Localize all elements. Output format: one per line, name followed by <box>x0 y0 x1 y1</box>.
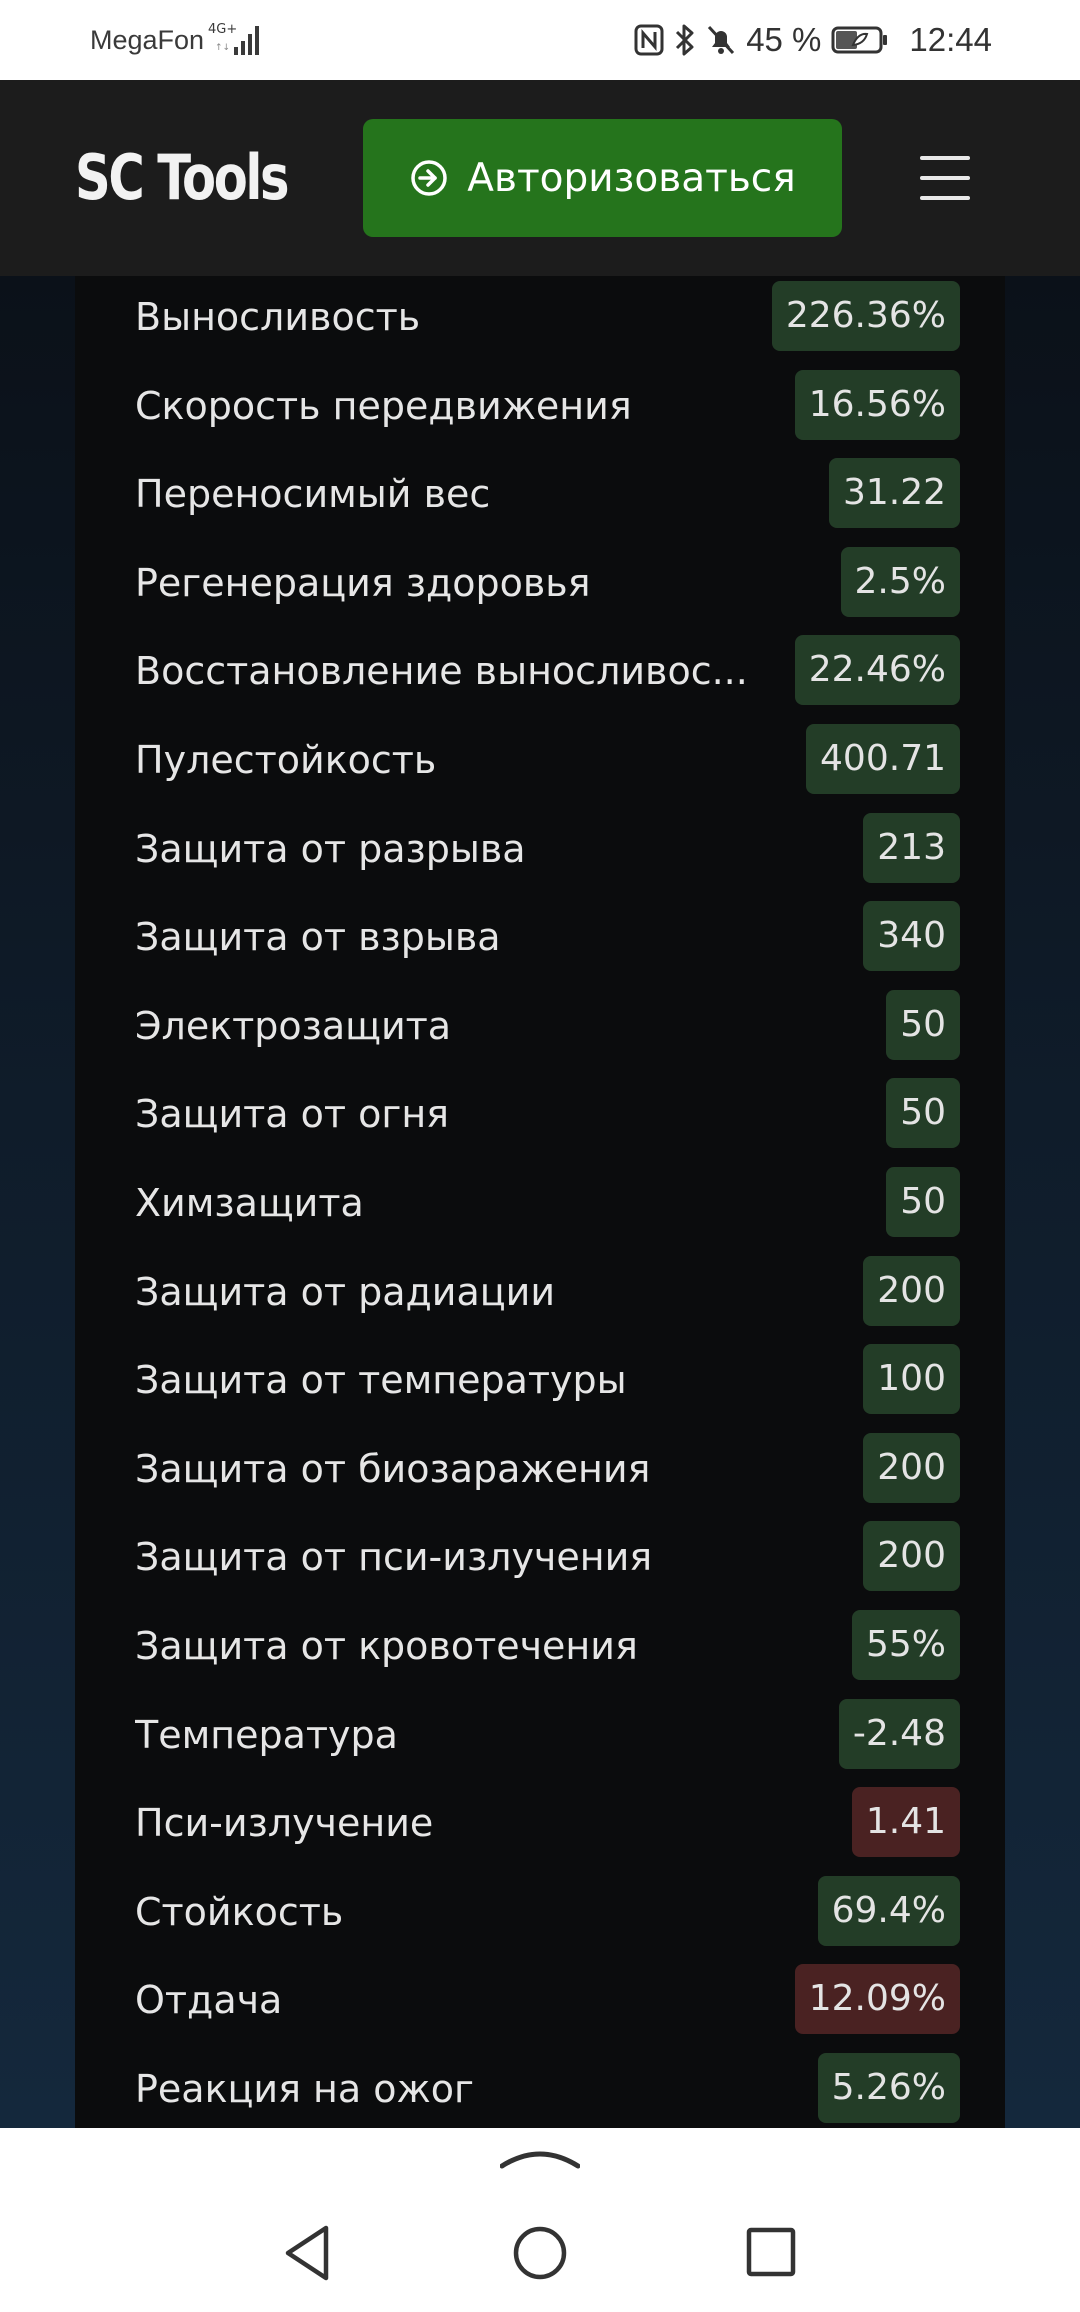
stat-value-badge: 2.5% <box>840 547 960 617</box>
stat-row: Регенерация здоровья 2.5% <box>135 547 960 619</box>
stat-value-badge: 16.56% <box>794 370 960 440</box>
stat-value-badge: 200 <box>863 1256 960 1326</box>
stat-label: Регенерация здоровья <box>135 561 591 605</box>
stat-label: Пулестойкость <box>135 738 437 782</box>
stat-value-badge: 5.26% <box>817 2053 960 2123</box>
stat-value-badge: -2.48 <box>838 1699 960 1769</box>
chevron-up-icon[interactable] <box>500 2146 580 2170</box>
stat-value-badge: 50 <box>886 1167 960 1237</box>
stat-row: Химзащита 50 <box>135 1167 960 1239</box>
stat-label: Защита от температуры <box>135 1358 627 1402</box>
stat-row: Электрозащита 50 <box>135 990 960 1062</box>
clock: 12:44 <box>909 21 992 58</box>
battery-percent: 45 % <box>746 21 822 58</box>
page-background: Выносливость 226.36% Скорость передвижения… <box>0 276 1080 2128</box>
stat-row: Защита от биозаражения 200 <box>135 1433 960 1505</box>
stat-value-badge: 200 <box>863 1433 960 1503</box>
stat-label: Переносимый вес <box>135 472 491 516</box>
stat-row: Пулестойкость 400.71 <box>135 724 960 796</box>
stat-row: Защита от огня 50 <box>135 1078 960 1150</box>
stat-label: Выносливость <box>135 295 421 339</box>
stat-value-badge: 50 <box>886 1078 960 1148</box>
app-header: SC Tools Авторизоваться <box>0 80 1080 276</box>
stat-label: Защита от радиации <box>135 1270 556 1314</box>
stat-row: Восстановление выносливос... 22.46% <box>135 635 960 707</box>
status-bar: MegaFon 4G+ ↑↓ 45 % 12:44 <box>0 0 1080 80</box>
stat-label: Защита от кровотечения <box>135 1624 638 1668</box>
stat-value-badge: 100 <box>863 1344 960 1414</box>
system-navigation-bar <box>0 2128 1080 2312</box>
stat-value-badge: 200 <box>863 1521 960 1591</box>
stat-label: Защита от огня <box>135 1092 450 1136</box>
stat-value-badge: 213 <box>863 813 960 883</box>
stat-value-badge: 226.36% <box>771 281 960 351</box>
stat-value-badge: 340 <box>863 901 960 971</box>
stat-row: Переносимый вес 31.22 <box>135 458 960 530</box>
stat-row: Стойкость 69.4% <box>135 1876 960 1948</box>
stat-label: Электрозащита <box>135 1004 452 1048</box>
login-icon <box>411 160 448 196</box>
stat-value-badge: 1.41 <box>851 1787 960 1857</box>
stat-label: Химзащита <box>135 1181 364 1225</box>
stat-row: Реакция на ожог 5.26% <box>135 2053 960 2125</box>
stat-row: Выносливость 226.36% <box>135 281 960 353</box>
stat-label: Защита от взрыва <box>135 915 501 959</box>
stat-value-badge: 55% <box>851 1610 960 1680</box>
stat-row: Защита от разрыва 213 <box>135 813 960 885</box>
stat-row: Температура -2.48 <box>135 1699 960 1771</box>
stat-row: Скорость передвижения 16.56% <box>135 370 960 442</box>
home-circle-icon[interactable] <box>512 2224 568 2282</box>
stat-label: Защита от разрыва <box>135 827 526 871</box>
stat-row: Пси-излучение 1.41 <box>135 1787 960 1859</box>
brand-logo[interactable]: SC Tools <box>75 136 290 220</box>
stat-value-badge: 50 <box>886 990 960 1060</box>
stat-label: Защита от биозаражения <box>135 1447 651 1491</box>
stat-row: Защита от температуры 100 <box>135 1344 960 1416</box>
stat-label: Температура <box>135 1713 398 1757</box>
stat-label: Отдача <box>135 1978 283 2022</box>
stat-value-badge: 69.4% <box>817 1876 960 1946</box>
stat-row: Отдача 12.09% <box>135 1964 960 2036</box>
stat-label: Восстановление выносливос... <box>135 649 748 693</box>
battery-icon <box>831 26 888 54</box>
recents-square-icon[interactable] <box>745 2226 797 2280</box>
stat-value-badge: 12.09% <box>794 1964 960 2034</box>
stat-label: Стойкость <box>135 1890 344 1934</box>
login-button-label: Авторизоваться <box>467 155 796 201</box>
carrier-name: MegaFon <box>90 25 205 55</box>
stat-value-badge: 22.46% <box>794 635 960 705</box>
back-triangle-icon[interactable] <box>282 2224 334 2282</box>
stat-label: Пси-излучение <box>135 1801 434 1845</box>
stat-label: Защита от пси-излучения <box>135 1535 653 1579</box>
svg-text:↑↓: ↑↓ <box>215 43 230 53</box>
stat-value-badge: 31.22 <box>828 458 960 528</box>
stat-row: Защита от радиации 200 <box>135 1256 960 1328</box>
network-type: 4G+ <box>208 22 237 37</box>
hamburger-menu-icon[interactable] <box>900 148 990 208</box>
stat-row: Защита от взрыва 340 <box>135 901 960 973</box>
nfc-icon <box>634 24 664 56</box>
login-button[interactable]: Авторизоваться <box>363 119 842 237</box>
stat-row: Защита от кровотечения 55% <box>135 1610 960 1682</box>
signal-icon: 4G+ ↑↓ <box>208 22 259 55</box>
mute-bell-icon <box>708 25 735 55</box>
bluetooth-icon <box>676 24 694 56</box>
stat-label: Скорость передвижения <box>135 384 632 428</box>
stat-label: Реакция на ожог <box>135 2067 474 2111</box>
stat-row: Защита от пси-излучения 200 <box>135 1521 960 1593</box>
stats-panel: Выносливость 226.36% Скорость передвижения… <box>75 276 1005 2128</box>
stat-value-badge: 400.71 <box>806 724 960 794</box>
